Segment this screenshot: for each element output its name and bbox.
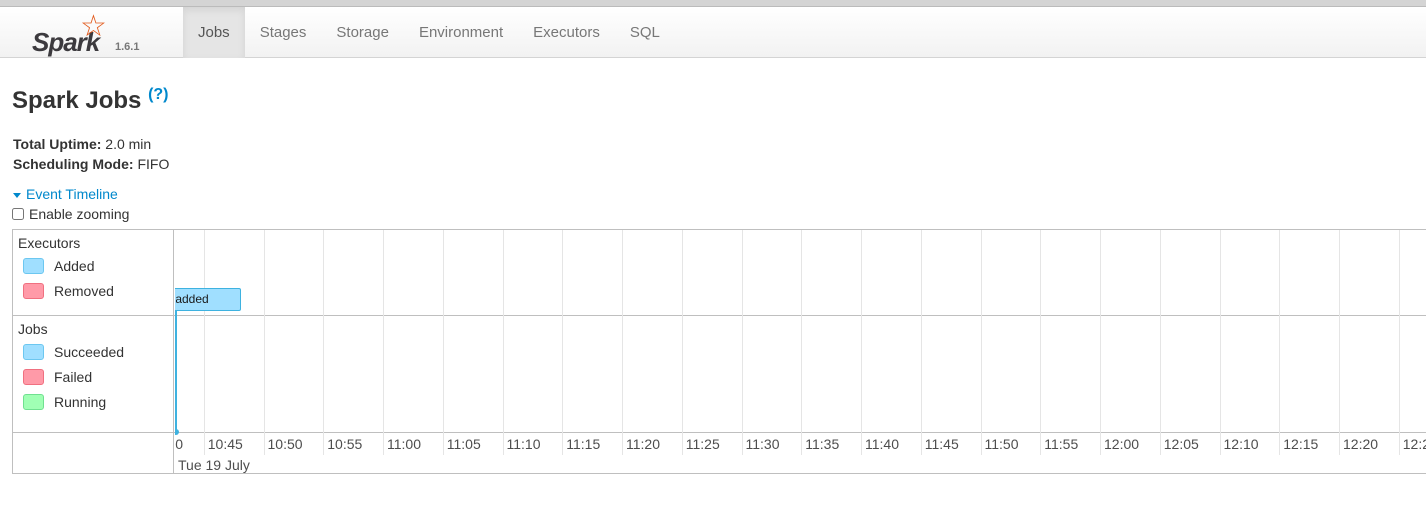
- scheduling-mode: Scheduling Mode: FIFO: [13, 156, 169, 172]
- axis-tick-label: 11:35: [805, 436, 840, 452]
- nav-tabs: Jobs Stages Storage Environment Executors SQL: [183, 7, 675, 58]
- gridline: [1159, 230, 1161, 455]
- tab-storage[interactable]: Storage: [321, 7, 404, 58]
- timeline-plot[interactable]: Driver added Tue 19 July 10:40 10:45 10:50…: [175, 230, 1426, 473]
- gridline: [980, 230, 982, 455]
- axis-tick-label: 10:45: [207, 436, 243, 452]
- legend-label: Running: [54, 394, 107, 410]
- gridline: [622, 230, 623, 455]
- tab-stages[interactable]: Stages: [245, 7, 322, 58]
- enable-zooming[interactable]: Enable zooming: [12, 206, 129, 222]
- axis-tick-label: 11:50: [984, 436, 1019, 452]
- axis-tick-label: 12:15: [1283, 436, 1319, 452]
- axis-tick-label: 11:30: [745, 436, 780, 452]
- jobs-title: Jobs: [18, 321, 48, 337]
- legend-added: Added: [23, 258, 94, 274]
- axis-tick-label: 10:40: [175, 436, 184, 452]
- legend-swatch: [23, 344, 44, 360]
- legend-running: Running: [23, 394, 106, 410]
- event-timeline-label: Event Timeline: [26, 186, 118, 202]
- tab-executors[interactable]: Executors: [518, 7, 615, 58]
- axis-tick-label: 11:15: [566, 436, 601, 452]
- gridline: [562, 230, 564, 455]
- axis-tick-label: 10:55: [327, 436, 363, 452]
- event-line: [175, 311, 177, 433]
- axis-tick-label: 11:55: [1044, 436, 1079, 452]
- legend-label: Removed: [54, 283, 114, 299]
- axis-tick-label: 11:10: [506, 436, 541, 452]
- gridline: [203, 230, 205, 455]
- version: 1.6.1: [115, 41, 140, 53]
- axis-tick-label: 12:25: [1402, 436, 1426, 452]
- event-dot: [175, 429, 179, 435]
- axis-tick-label: 10:50: [267, 436, 303, 452]
- timeline-legend: Executors Added Removed Jobs Succeeded Fai…: [13, 230, 174, 473]
- executors-group: Executors Added Removed: [13, 230, 174, 316]
- navbar: Spark ☆ 1.6.1 Jobs Stages Storage Environme…: [0, 7, 1426, 58]
- caret-down-icon: [13, 192, 21, 198]
- executors-title: Executors: [18, 235, 81, 251]
- legend-removed: Removed: [23, 283, 114, 299]
- uptime-label: Total Uptime:: [13, 136, 102, 152]
- gridline: [502, 230, 504, 455]
- legend-swatch: [23, 394, 44, 410]
- axis-tick-label: 11:45: [924, 436, 959, 452]
- event-timeline: Executors Added Removed Jobs Succeeded Fai…: [12, 229, 1426, 474]
- gridline: [1100, 230, 1101, 455]
- title-text: Spark Jobs: [12, 87, 142, 114]
- gridline: [1040, 230, 1042, 455]
- axis-tick-label: 11:25: [685, 436, 720, 452]
- axis-tick-label: 11:20: [626, 436, 660, 452]
- executor-event-driver-added[interactable]: Driver added: [175, 288, 241, 311]
- tab-sql[interactable]: SQL: [615, 7, 675, 58]
- legend-succeeded: Succeeded: [23, 344, 124, 360]
- axis-tick-label: 11:05: [446, 436, 481, 452]
- enable-zooming-label: Enable zooming: [29, 206, 130, 222]
- axis-tick-label: 12:00: [1104, 436, 1140, 452]
- gridline: [801, 230, 803, 455]
- jobs-group: Jobs Succeeded Failed Running: [13, 316, 174, 433]
- legend-swatch: [23, 283, 44, 299]
- gridline: [383, 230, 384, 455]
- legend-swatch: [23, 258, 44, 274]
- gridline: [741, 230, 743, 455]
- uptime-value: 2.0 min: [105, 136, 152, 152]
- axis-tick-label: 11:40: [865, 436, 899, 452]
- event-timeline-toggle[interactable]: Event Timeline: [13, 186, 118, 202]
- gridline: [1398, 230, 1400, 455]
- legend-label: Succeeded: [54, 344, 125, 360]
- tab-jobs[interactable]: Jobs: [183, 7, 245, 58]
- axis-tick-label: 12:10: [1223, 436, 1259, 452]
- gridline: [1219, 230, 1221, 455]
- legend-label: Added: [54, 258, 95, 274]
- legend-failed: Failed: [23, 369, 92, 385]
- gridline: [681, 230, 683, 455]
- page-title: Spark Jobs (?): [12, 86, 169, 115]
- mode-label: Scheduling Mode:: [13, 156, 134, 172]
- axis-tick-label: 12:20: [1343, 436, 1379, 452]
- axis-tick-label: 12:05: [1163, 436, 1199, 452]
- mode-value: FIFO: [137, 156, 170, 172]
- spark-logo[interactable]: Spark ☆ 1.6.1: [32, 10, 152, 57]
- gridline: [920, 230, 922, 455]
- gridline: [1339, 230, 1340, 455]
- browser-strip: [0, 0, 1426, 7]
- total-uptime: Total Uptime: 2.0 min: [13, 136, 151, 152]
- event-label: Driver added: [175, 292, 209, 306]
- gridline: [263, 230, 265, 455]
- tab-environment[interactable]: Environment: [404, 7, 518, 58]
- legend-swatch: [23, 369, 44, 385]
- gridline: [323, 230, 325, 455]
- axis-date: Tue 19 July: [178, 457, 250, 473]
- gridline: [442, 230, 444, 455]
- help-link[interactable]: (?): [148, 86, 168, 103]
- enable-zooming-checkbox[interactable]: [12, 208, 24, 220]
- star-icon: ☆: [80, 10, 107, 43]
- legend-label: Failed: [54, 369, 93, 385]
- gridline: [861, 230, 862, 455]
- axis-tick-label: 11:00: [387, 436, 421, 452]
- gridline: [1279, 230, 1281, 455]
